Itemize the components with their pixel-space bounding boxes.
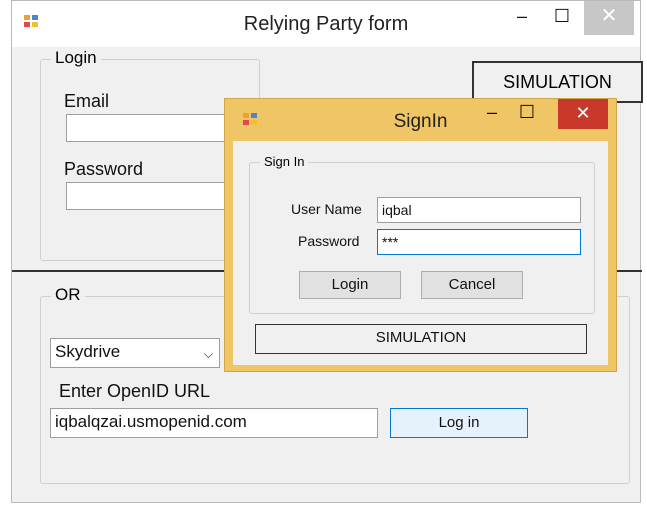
simulation-button[interactable]: SIMULATION [472,61,643,103]
dialog-body: Sign In User Name iqbal Password *** Log… [233,141,608,365]
password-field[interactable] [66,182,246,210]
dialog-maximize-button[interactable]: ☐ [515,101,539,125]
username-field[interactable]: iqbal [377,197,581,223]
minimize-button[interactable]: – [507,1,537,35]
dialog-simulation-button[interactable]: SIMULATION [255,324,587,354]
or-legend: OR [51,285,85,305]
dialog-minimize-button[interactable]: – [480,101,504,125]
openid-label: Enter OpenID URL [59,381,211,401]
dialog-password-field[interactable]: *** [377,229,581,255]
close-button[interactable]: ✕ [584,1,634,35]
username-label: User Name [291,201,362,217]
signin-dialog: SignIn – ☐ ✕ Sign In User Name iqbal Pas… [224,98,617,372]
provider-selected-value: Skydrive [55,342,121,361]
signin-legend: Sign In [260,154,309,169]
main-titlebar: Relying Party form – ☐ ✕ [12,1,640,47]
dialog-login-button[interactable]: Login [299,271,401,299]
window-title: Relying Party form [243,13,409,35]
login-legend: Login [51,48,101,68]
password-label: Password [64,159,144,179]
email-field[interactable] [66,114,246,142]
dialog-password-label: Password [298,233,360,249]
email-label: Email [64,91,110,111]
openid-login-button[interactable]: Log in [390,408,528,438]
openid-url-field[interactable]: iqbalqzai.usmopenid.com [50,408,378,438]
maximize-button[interactable]: ☐ [547,1,577,35]
dialog-close-button[interactable]: ✕ [558,99,608,129]
dialog-cancel-button[interactable]: Cancel [421,271,523,299]
dropdown-chevron-icon: ⌵ [203,347,213,361]
provider-select[interactable]: Skydrive ⌵ [50,338,220,368]
